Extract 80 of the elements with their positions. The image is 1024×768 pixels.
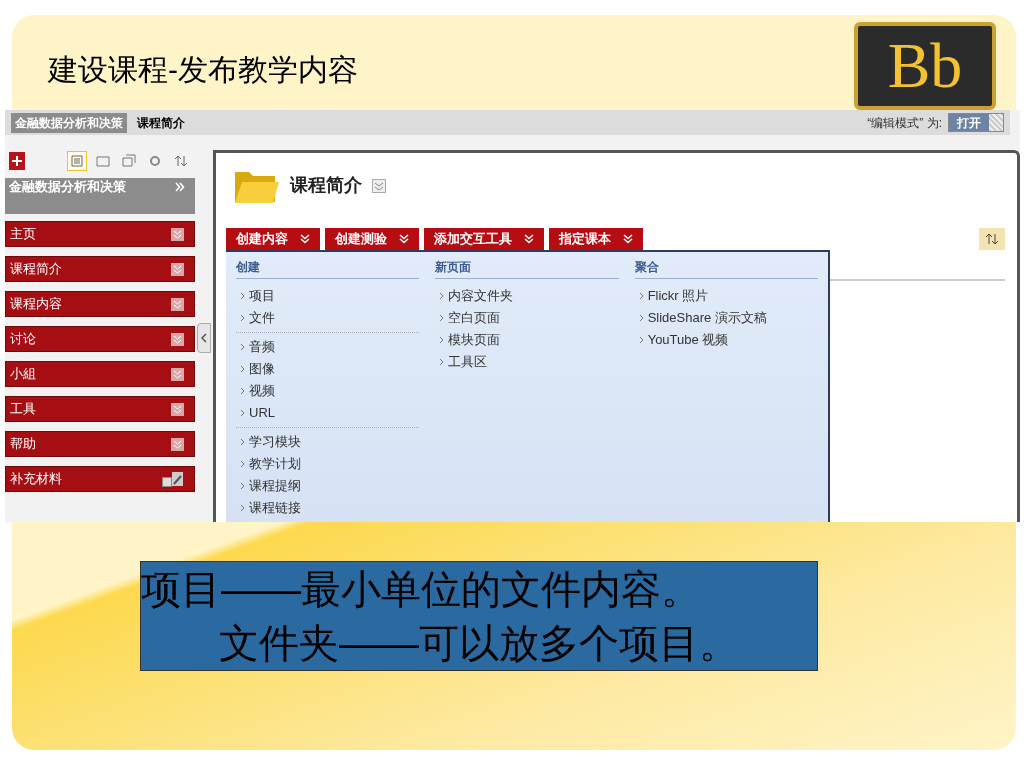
add-button[interactable] [9,152,25,170]
edit-icon[interactable] [162,471,184,487]
edit-mode-label: “编辑模式” 为: [867,114,942,132]
menu-item[interactable]: 视频 [236,380,420,402]
menu-item[interactable]: 教学计划 [236,453,420,475]
menu-item[interactable]: 内容文件夹 [435,285,619,307]
action-menu-button[interactable]: 创建测验 [325,228,419,250]
chevron-right-icon [240,365,245,373]
menu-item[interactable]: 学习模块 [236,431,420,453]
menu-item[interactable]: 空白页面 [435,307,619,329]
sidebar-item[interactable]: 课程内容 [5,291,195,317]
chevron-left-icon [201,333,207,343]
sidebar-item[interactable]: 主页 [5,221,195,247]
chevron-down-icon [623,234,633,244]
chevron-down-icon[interactable] [171,262,184,276]
edit-mode-toggle[interactable]: 打开 [948,113,1004,132]
chevron-right-icon [240,504,245,512]
chevron-right-icon [240,343,245,351]
menu-item[interactable]: SlideShare 演示文稿 [634,307,818,329]
menu-item[interactable]: YouTube 视频 [634,329,818,351]
chevron-down-icon [399,234,409,244]
action-menu-button[interactable]: 添加交互工具 [424,228,544,250]
chevron-right-icon [638,292,644,300]
sidebar-item[interactable]: 工具 [5,396,195,422]
action-menu-button[interactable]: 创建内容 [226,228,320,250]
chevron-down-icon[interactable] [372,178,386,193]
chevron-down-icon [300,234,310,244]
chevron-right-icon [439,336,445,344]
chevron-down-icon[interactable] [171,402,184,416]
reorder-button[interactable] [979,228,1005,250]
chevron-down-icon[interactable] [171,297,184,311]
sidebar-item[interactable]: 小組 [5,361,195,387]
chevron-right-icon [638,314,644,322]
sidebar-item[interactable]: 课程简介 [5,256,195,282]
chevron-down-icon[interactable] [171,332,184,346]
chevron-right-icon [240,438,245,446]
chevron-right-icon [439,292,445,300]
menu-item[interactable]: 工具区 [435,351,619,373]
sidebar-item[interactable]: 讨论 [5,326,195,352]
slide-title: 建设课程-发布教学内容 [48,52,358,88]
chevron-right-icon [240,460,245,468]
sort-icon[interactable] [174,154,188,168]
chevron-right-icon [240,409,245,417]
menu-item[interactable]: 课程链接 [236,497,420,519]
caption-text: 项目——最小单位的文件内容。 [141,566,702,613]
double-chevron-right-icon[interactable] [175,182,185,192]
chevron-right-icon [240,292,245,300]
chevron-down-icon [524,234,534,244]
menu-item[interactable]: 课程提纲 [236,475,420,497]
chevron-down-icon[interactable] [171,227,184,241]
menu-heading: 创建 [236,258,420,279]
menu-item[interactable]: 图像 [236,358,420,380]
chevron-right-icon [439,314,445,322]
chevron-down-icon[interactable] [171,437,184,451]
chevron-right-icon [240,314,245,322]
menu-item[interactable]: URL [236,402,420,424]
sort-icon [985,233,999,245]
plus-icon [12,156,22,166]
page-title: 课程简介 [290,174,362,197]
menu-item[interactable]: 模块页面 [435,329,619,351]
menu-item[interactable]: 文件 [236,307,420,329]
menu-item[interactable]: 音频 [236,336,420,358]
chevron-down-icon[interactable] [171,367,184,381]
chevron-right-icon [240,482,245,490]
sidebar-item[interactable]: 补充材料 [5,466,195,492]
menu-heading: 聚合 [634,258,818,279]
menu-item[interactable]: Flickr 照片 [634,285,818,307]
chevron-right-icon [439,358,445,366]
action-menu-button[interactable]: 指定课本 [549,228,643,250]
collapse-handle[interactable] [197,323,211,353]
logo: Bb [854,22,996,110]
sidebar-item[interactable]: 帮助 [5,431,195,457]
chevron-right-icon [638,336,644,344]
chevron-right-icon [240,387,245,395]
menu-item[interactable]: 项目 [236,285,420,307]
breadcrumb-link[interactable]: 课程简介 [137,113,185,132]
menu-heading: 新页面 [435,258,619,279]
caption-text: 文件夹——可以放多个项目。 [218,620,740,667]
window-view-icon[interactable] [122,154,136,168]
course-title: 金融数据分析和决策 [9,180,127,194]
